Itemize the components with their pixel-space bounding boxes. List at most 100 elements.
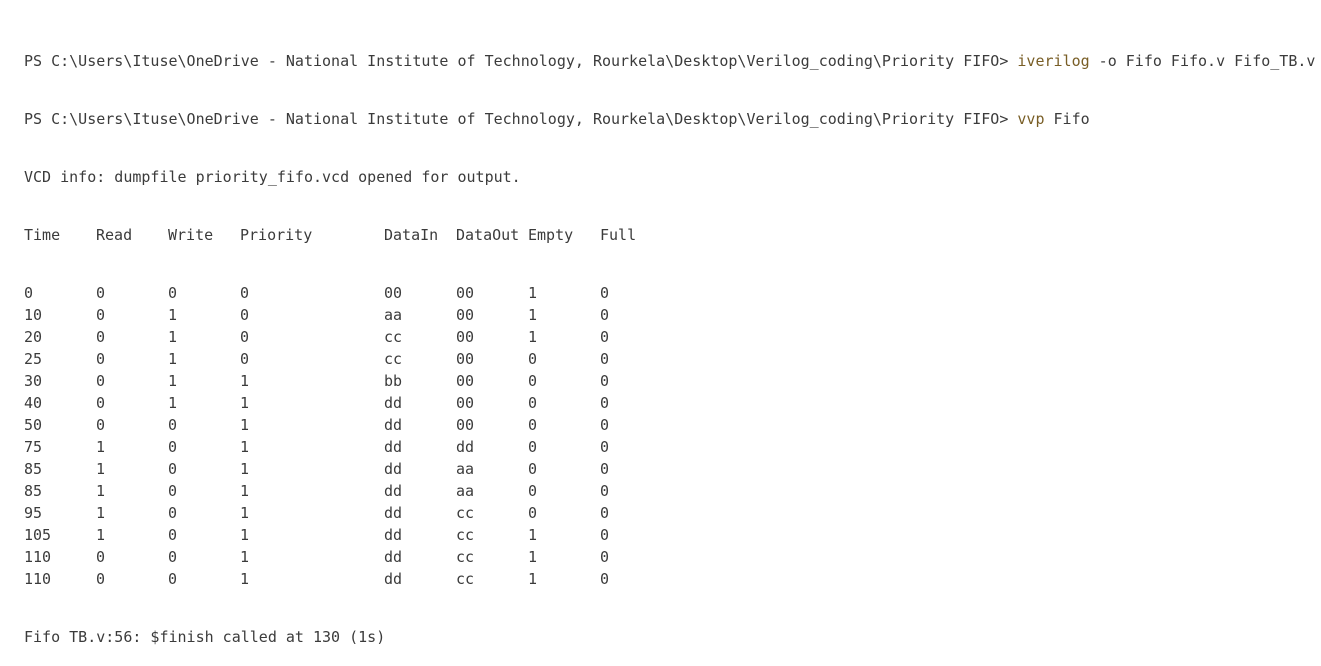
table-cell: 1	[96, 504, 106, 522]
table-row: 110 0 0 1 dd cc 1 0	[24, 568, 1321, 590]
table-cell: 105	[24, 526, 52, 544]
table-cell: 0	[600, 438, 610, 456]
table-cell: 0	[168, 570, 178, 588]
table-cell: 0	[96, 284, 106, 302]
table-row: 20 0 1 0 cc 00 1 0	[24, 326, 1321, 348]
table-cell: 0	[600, 548, 610, 566]
table-cell: 1	[528, 328, 538, 346]
table-header: Time Read Write Priority DataIn DataOut …	[24, 224, 1321, 246]
table-cell: 0	[96, 350, 106, 368]
command-line-iverilog: PS C:\Users\Ituse\OneDrive - National In…	[24, 50, 1321, 72]
table-cell: 1	[240, 394, 250, 412]
table-cell: 1	[528, 284, 538, 302]
table-cell: 0	[168, 482, 178, 500]
table-row: 85 1 0 1 dd aa 0 0	[24, 480, 1321, 502]
table-cell: 00	[456, 394, 475, 412]
table-cell: 0	[168, 548, 178, 566]
terminal-output[interactable]: PS C:\Users\Ituse\OneDrive - National In…	[24, 14, 1321, 666]
table-cell: 0	[528, 372, 538, 390]
table-cell: 1	[96, 526, 106, 544]
header-cell: Empty	[528, 226, 574, 244]
table-cell: dd	[384, 548, 403, 566]
table-cell: cc	[456, 570, 475, 588]
table-cell: 0	[600, 306, 610, 324]
table-cell: dd	[384, 394, 403, 412]
table-cell: 0	[168, 284, 178, 302]
table-cell: 0	[96, 548, 106, 566]
table-cell: 1	[240, 548, 250, 566]
table-cell: 1	[168, 350, 178, 368]
finish-line: Fifo TB.v:56: $finish called at 130 (1s)	[24, 628, 386, 646]
command-line-vvp: PS C:\Users\Ituse\OneDrive - National In…	[24, 108, 1321, 130]
vcd-info-line: VCD info: dumpfile priority_fifo.vcd ope…	[24, 168, 521, 186]
header-cell: Time	[24, 226, 61, 244]
table-cell: 0	[528, 504, 538, 522]
table-cell: 0	[528, 438, 538, 456]
table-cell: 0	[600, 570, 610, 588]
table-cell: 0	[96, 372, 106, 390]
table-cell: 0	[240, 284, 250, 302]
table-cell: dd	[384, 460, 403, 478]
table-cell: 0	[240, 328, 250, 346]
table-cell: 0	[168, 526, 178, 544]
table-cell: 0	[168, 460, 178, 478]
table-cell: 1	[528, 570, 538, 588]
table-cell: cc	[384, 328, 403, 346]
table-cell: 0	[96, 416, 106, 434]
table-cell: cc	[384, 350, 403, 368]
table-cell: 00	[456, 350, 475, 368]
command-args: -o Fifo Fifo.v Fifo_TB.v	[1089, 52, 1316, 70]
table-cell: 1	[240, 438, 250, 456]
prompt: PS C:\Users\Ituse\OneDrive - National In…	[24, 52, 1018, 70]
table-cell: 0	[528, 394, 538, 412]
table-row: 105 1 0 1 dd cc 1 0	[24, 524, 1321, 546]
prompt: PS C:\Users\Ituse\OneDrive - National In…	[24, 110, 1018, 128]
table-cell: 75	[24, 438, 43, 456]
table-cell: 0	[96, 570, 106, 588]
table-cell: 0	[528, 350, 538, 368]
table-cell: 1	[240, 526, 250, 544]
table-cell: dd	[384, 416, 403, 434]
command-executable: vvp	[1017, 110, 1045, 128]
table-row: 95 1 0 1 dd cc 0 0	[24, 502, 1321, 524]
table-row: 10 0 1 0 aa 00 1 0	[24, 304, 1321, 326]
table-cell: 1	[240, 504, 250, 522]
table-cell: dd	[384, 438, 403, 456]
table-cell: 0	[600, 394, 610, 412]
table-cell: 0	[240, 306, 250, 324]
table-cell: 00	[456, 372, 475, 390]
table-cell: 1	[528, 548, 538, 566]
table-cell: 0	[600, 460, 610, 478]
table-cell: 0	[528, 416, 538, 434]
table-cell: 110	[24, 548, 52, 566]
table-cell: bb	[384, 372, 403, 390]
table-cell: 00	[384, 284, 403, 302]
table-row: 85 1 0 1 dd aa 0 0	[24, 458, 1321, 480]
header-cell: DataOut	[456, 226, 520, 244]
table-cell: 25	[24, 350, 43, 368]
table-cell: dd	[384, 482, 403, 500]
table-cell: 0	[168, 504, 178, 522]
table-cell: 0	[96, 328, 106, 346]
header-cell: Read	[96, 226, 133, 244]
table-cell: 0	[600, 504, 610, 522]
table-cell: dd	[384, 504, 403, 522]
table-cell: cc	[456, 548, 475, 566]
table-row: 30 0 1 1 bb 00 0 0	[24, 370, 1321, 392]
table-cell: 0	[528, 482, 538, 500]
table-cell: dd	[384, 526, 403, 544]
table-row: 50 0 0 1 dd 00 0 0	[24, 414, 1321, 436]
table-cell: 0	[600, 350, 610, 368]
header-cell: Priority	[240, 226, 313, 244]
table-cell: 40	[24, 394, 43, 412]
table-cell: 1	[168, 372, 178, 390]
table-cell: 0	[24, 284, 34, 302]
command-executable: iverilog	[1017, 52, 1090, 70]
table-cell: 0	[240, 350, 250, 368]
table-row: 0 0 0 0 00 00 1 0	[24, 282, 1321, 304]
table-cell: 50	[24, 416, 43, 434]
table-cell: 00	[456, 284, 475, 302]
table-cell: 00	[456, 306, 475, 324]
table-cell: 1	[96, 460, 106, 478]
table-cell: 0	[600, 372, 610, 390]
